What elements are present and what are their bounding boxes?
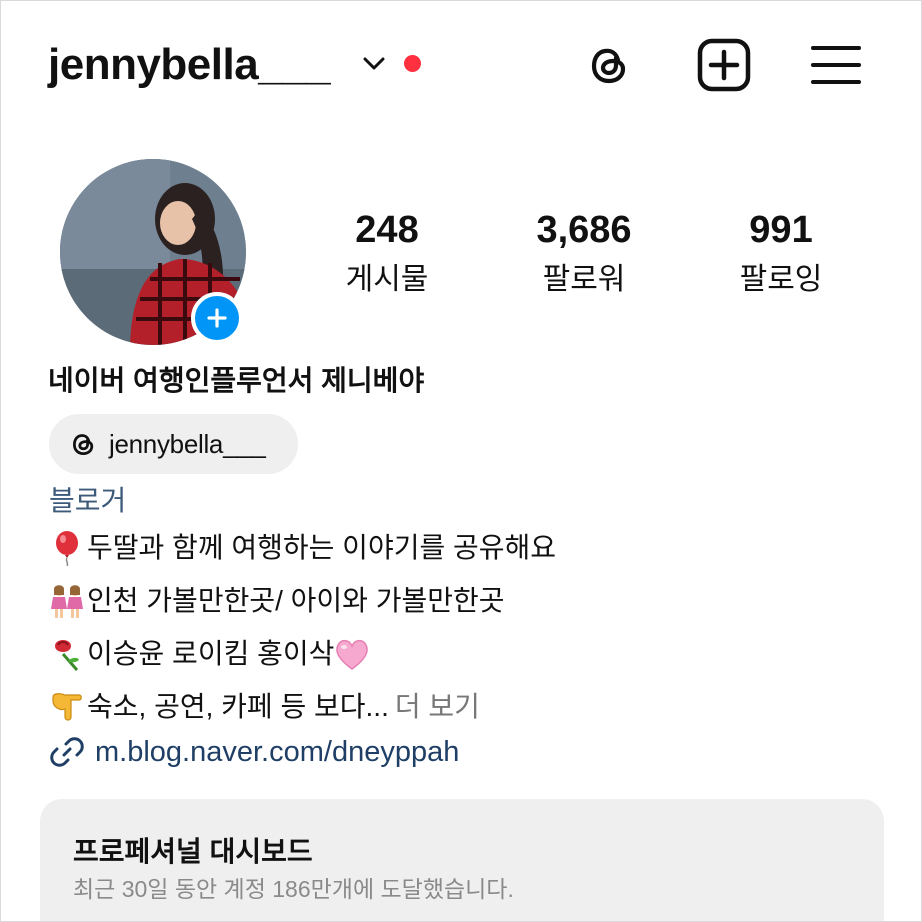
rose-icon <box>49 636 85 672</box>
bio-text: 숙소, 공연, 카페 등 보다... <box>87 691 389 722</box>
add-story-button[interactable] <box>191 292 243 344</box>
professional-dashboard-card[interactable]: 프로페셔널 대시보드 최근 30일 동안 계정 186만개에 도달했습니다. <box>40 799 884 921</box>
profile-header: jennybella___ <box>1 1 921 131</box>
bio-text: 두딸과 함께 여행하는 이야기를 공유해요 <box>87 532 557 563</box>
stat-label: 팔로잉 <box>739 263 823 296</box>
followers-count[interactable]: 3,686 팔로워 <box>484 206 684 302</box>
see-more-link[interactable]: 더 보기 <box>395 687 480 727</box>
stat-value: 991 <box>749 209 813 251</box>
threads-icon[interactable] <box>583 38 637 92</box>
username-title[interactable]: jennybella___ <box>48 39 331 91</box>
bio-line: 이승윤 로이킴 홍이삭 <box>49 634 372 674</box>
bio-text: 이승윤 로이킴 홍이삭 <box>87 638 335 669</box>
account-category: 블로거 <box>49 485 127 516</box>
profile-avatar[interactable] <box>60 159 246 345</box>
pointing-down-hand-icon <box>49 689 85 725</box>
stat-value: 248 <box>355 209 419 251</box>
hamburger-menu-icon[interactable] <box>809 38 863 92</box>
stat-label: 팔로워 <box>542 263 626 296</box>
bio-line: 두딸과 함께 여행하는 이야기를 공유해요 <box>49 528 556 568</box>
threads-profile-badge[interactable]: jennybella___ <box>49 414 298 474</box>
dashboard-title: 프로페셔널 대시보드 <box>73 836 313 867</box>
display-name: 네이버 여행인플루언서 제니베야 <box>48 365 425 396</box>
stat-label: 게시물 <box>345 263 429 296</box>
two-girls-icon <box>49 583 85 619</box>
profile-screen: jennybella___ 248 게시물 3,686 팔로워 991 팔로잉 … <box>0 0 922 922</box>
link-url[interactable]: m.blog.naver.com/dneyppah <box>95 732 459 772</box>
threads-icon <box>73 434 94 455</box>
link-icon <box>50 737 84 767</box>
pink-heart-icon <box>334 636 370 672</box>
plus-icon <box>207 308 227 328</box>
bio-line: 숙소, 공연, 카페 등 보다... 더 보기 <box>49 687 480 727</box>
bio-line: 인천 가볼만한곳/ 아이와 가볼만한곳 <box>49 581 505 621</box>
threads-handle: jennybella___ <box>109 428 266 459</box>
profile-link[interactable]: m.blog.naver.com/dneyppah <box>49 732 459 772</box>
stat-value: 3,686 <box>536 209 632 251</box>
bio-text: 인천 가볼만한곳/ 아이와 가볼만한곳 <box>87 585 505 616</box>
balloon-icon <box>49 530 85 566</box>
following-count[interactable]: 991 팔로잉 <box>681 206 881 302</box>
dashboard-subtitle: 최근 30일 동안 계정 186만개에 도달했습니다. <box>73 876 514 902</box>
notification-dot <box>404 55 421 72</box>
posts-count[interactable]: 248 게시물 <box>287 206 487 302</box>
plus-square-icon[interactable] <box>697 38 751 92</box>
chevron-down-icon[interactable] <box>361 53 387 73</box>
